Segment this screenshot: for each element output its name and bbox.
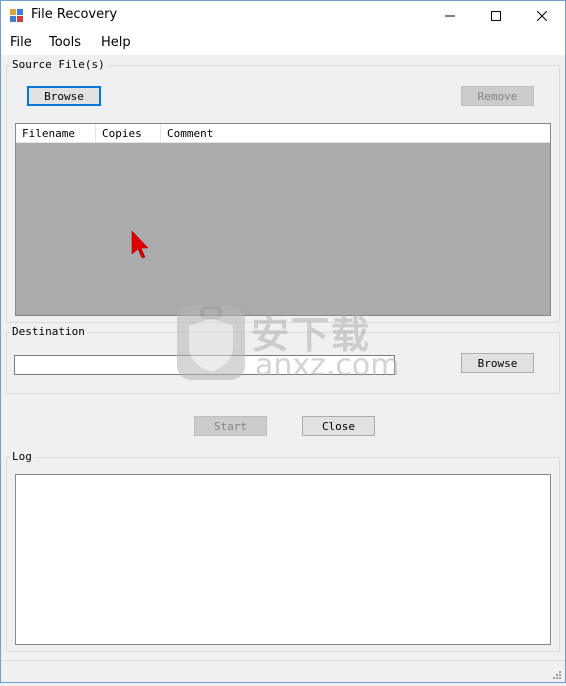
menu-tools[interactable]: Tools (49, 35, 81, 50)
close-window-button[interactable] (519, 1, 565, 31)
app-icon (9, 8, 25, 24)
menu-help[interactable]: Help (101, 35, 131, 50)
close-icon (537, 11, 547, 21)
watermark-domain: anxz.com (255, 348, 400, 383)
watermark-logo: 安下载 anxz.com (175, 296, 400, 386)
start-button[interactable]: Start (194, 416, 267, 436)
maximize-button[interactable] (473, 1, 519, 31)
column-copies[interactable]: Copies (96, 124, 161, 143)
column-comment[interactable]: Comment (161, 124, 241, 143)
minimize-button[interactable] (427, 1, 473, 31)
remove-button[interactable]: Remove (461, 86, 534, 106)
cursor-arrow-icon (131, 230, 151, 260)
destination-browse-button[interactable]: Browse (461, 353, 534, 373)
column-filename[interactable]: Filename (16, 124, 96, 143)
log-label: Log (10, 450, 34, 463)
window-title: File Recovery (31, 7, 118, 22)
status-divider (1, 660, 565, 661)
close-button[interactable]: Close (302, 416, 375, 436)
list-header: Filename Copies Comment (16, 124, 550, 143)
menu-file[interactable]: File (10, 35, 32, 50)
log-textbox[interactable] (15, 474, 551, 645)
source-files-label: Source File(s) (10, 58, 107, 71)
source-file-list[interactable]: Filename Copies Comment (15, 123, 551, 316)
source-browse-button[interactable]: Browse (27, 86, 101, 106)
destination-label: Destination (10, 325, 87, 338)
minimize-icon (445, 15, 455, 17)
maximize-icon (491, 11, 501, 21)
menu-bar (1, 31, 565, 55)
resize-grip-icon[interactable] (550, 667, 562, 679)
